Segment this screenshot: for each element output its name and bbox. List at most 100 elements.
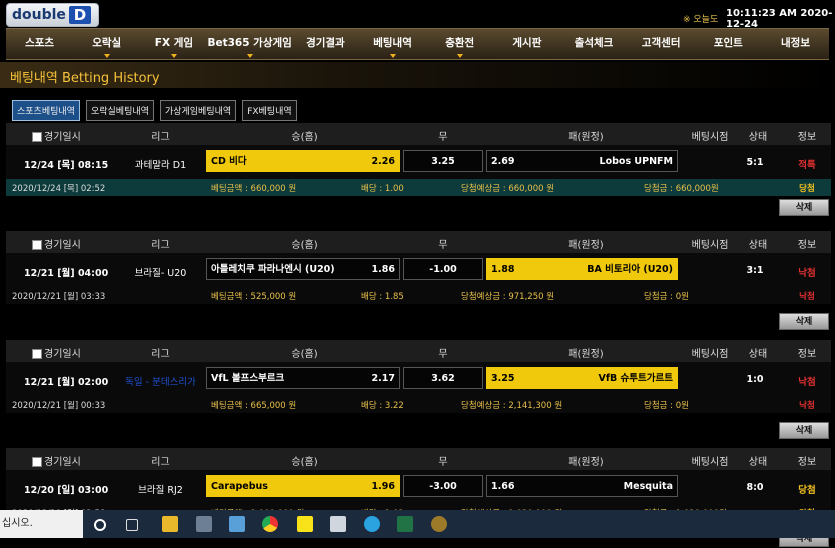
calculator-icon[interactable] (196, 516, 212, 532)
nav-item-7[interactable]: 게시판 (493, 29, 560, 59)
dropdown-arrow-icon (389, 54, 396, 58)
col-status: 상태 (748, 349, 768, 360)
nav-item-6[interactable]: 충환전 (426, 29, 493, 59)
draw-odds: 3.62 (403, 367, 483, 389)
match-date: 12/20 [일] 03:00 (24, 485, 109, 496)
col-bet-time: 베팅시점 (691, 240, 729, 251)
app-icon[interactable] (229, 516, 245, 532)
result-badge: 당첨 (799, 184, 815, 194)
bet-header: 경기일시 리그 승(홈) 무 패(원정) 베팅시점 상태 정보 (6, 123, 831, 146)
col-away: 패(원정) (568, 349, 604, 360)
away-team: Mesquita (623, 481, 673, 492)
bet-summary: 2020/12/21 [월] 00:33 베팅금액 : 665,000 원 배당… (6, 396, 831, 413)
match-score: 5:1 (746, 157, 764, 168)
multitask-icon[interactable] (126, 519, 138, 531)
nav-item-label: 고객센터 (641, 37, 681, 49)
expected-win: 당첨예상금 : 2,141,300 원 (461, 401, 563, 411)
placed-time: 2020/12/24 [목] 02:52 (12, 184, 106, 194)
bet-amount: 베팅금액 : 665,000 원 (211, 401, 297, 411)
checkbox[interactable] (32, 457, 42, 467)
nav-item-9[interactable]: 고객센터 (628, 29, 695, 59)
checkbox[interactable] (32, 240, 42, 250)
home-odds: 1.86 (371, 264, 395, 275)
nav-item-2[interactable]: FX 게임 (140, 29, 207, 59)
placed-time: 2020/12/21 [월] 03:33 (12, 292, 106, 302)
col-status: 상태 (748, 457, 768, 468)
delete-button[interactable]: 삭제 (779, 422, 829, 439)
home-team: Carapebus (211, 481, 268, 492)
bet-header: 경기일시 리그 승(홈) 무 패(원정) 베팅시점 상태 정보 (6, 231, 831, 254)
draw-odds: -3.00 (403, 475, 483, 497)
checkbox[interactable] (32, 349, 42, 359)
kakaotalk-icon[interactable] (297, 516, 313, 532)
away-odds: 1.88 (491, 264, 515, 275)
nav-item-label: 경기결과 (306, 37, 345, 49)
col-away: 패(원정) (568, 240, 604, 251)
status-badge: 적특 (798, 160, 816, 171)
status-badge: 낙첨 (798, 268, 816, 279)
match-score: 3:1 (746, 265, 764, 276)
home-pick: 아틀레치쿠 파라나엔시 (U20) 1.86 (206, 258, 400, 280)
nav-item-label: 충환전 (445, 37, 475, 49)
col-home: 승(홈) (291, 349, 318, 360)
away-odds: 2.69 (491, 156, 515, 167)
telegram-icon[interactable] (364, 516, 380, 532)
nav-item-0[interactable]: 스포츠 (6, 29, 73, 59)
col-info: 정보 (797, 240, 817, 251)
home-pick: VfL 볼프스부르크 2.17 (206, 367, 400, 389)
league-icon[interactable] (431, 516, 447, 532)
chrome-icon[interactable] (262, 516, 278, 532)
page-title: 베팅내역 Betting History (10, 71, 160, 86)
home-odds: 2.26 (371, 156, 395, 167)
col-draw: 무 (438, 240, 448, 251)
col-date: 경기일시 (32, 453, 81, 468)
league-name: 브라질- U20 (134, 268, 187, 279)
col-date-label: 경기일시 (44, 457, 81, 468)
away-odds: 3.25 (491, 373, 515, 384)
task-view-icon[interactable] (94, 519, 106, 531)
col-bet-time: 베팅시점 (691, 457, 729, 468)
excel-icon[interactable] (397, 516, 413, 532)
away-team: Lobos UPNFM (599, 156, 673, 167)
delete-button[interactable]: 삭제 (779, 313, 829, 330)
tab-arcade-bets[interactable]: 오락실베팅내역 (85, 100, 154, 121)
nav-item-4[interactable]: 경기결과 (292, 29, 359, 59)
nav-item-5[interactable]: 베팅내역 (359, 29, 426, 59)
taskbar: 십시오. (0, 510, 835, 538)
file-explorer-icon[interactable] (162, 516, 178, 532)
nav-item-1[interactable]: 오락실 (73, 29, 140, 59)
bet-summary: 2020/12/24 [목] 02:52 베팅금액 : 660,000 원 배당… (6, 179, 831, 196)
col-league: 리그 (151, 349, 170, 360)
match-date: 12/21 [월] 02:00 (24, 377, 109, 388)
bet-amount: 베팅금액 : 525,000 원 (211, 292, 297, 302)
checkbox[interactable] (32, 132, 42, 142)
tab-sports-bets[interactable]: 스포츠베팅내역 (12, 100, 80, 121)
nav-item-8[interactable]: 출석체크 (560, 29, 627, 59)
home-team: 아틀레치쿠 파라나엔시 (U20) (211, 264, 335, 275)
nav-item-3[interactable]: Bet365 가상게임 (207, 29, 292, 59)
tab-virtual-bets[interactable]: 가상게임베팅내역 (159, 100, 237, 121)
col-draw: 무 (438, 349, 448, 360)
nav-item-11[interactable]: 내정보 (762, 29, 829, 59)
win-amount: 당첨금 : 0원 (644, 292, 689, 302)
site-logo[interactable]: double D (6, 3, 99, 27)
col-date: 경기일시 (32, 236, 81, 251)
app-icon-2[interactable] (330, 516, 346, 532)
bet-row: 12/20 [일] 03:00 브라질 RJ2 Carapebus 1.96 -… (6, 470, 831, 504)
bet-rate: 배당 : 1.85 (361, 292, 404, 302)
col-league: 리그 (151, 457, 170, 468)
col-bet-time: 베팅시점 (691, 132, 729, 143)
placed-time: 2020/12/21 [월] 00:33 (12, 401, 106, 411)
delete-button[interactable]: 삭제 (779, 199, 829, 216)
match-score: 1:0 (746, 374, 764, 385)
away-odds: 1.66 (491, 481, 515, 492)
tab-fx-bets[interactable]: FX베팅내역 (242, 100, 297, 121)
nav-item-label: 내정보 (781, 37, 810, 49)
match-score: 8:0 (746, 482, 764, 493)
col-away: 패(원정) (568, 132, 604, 143)
logo-letter: D (68, 6, 91, 24)
nav-item-10[interactable]: 포인트 (695, 29, 762, 59)
bet-row: 12/21 [월] 04:00 브라질- U20 아틀레치쿠 파라나엔시 (U2… (6, 253, 831, 287)
taskbar-search[interactable]: 십시오. (0, 510, 83, 538)
home-team: CD 비다 (211, 156, 247, 167)
